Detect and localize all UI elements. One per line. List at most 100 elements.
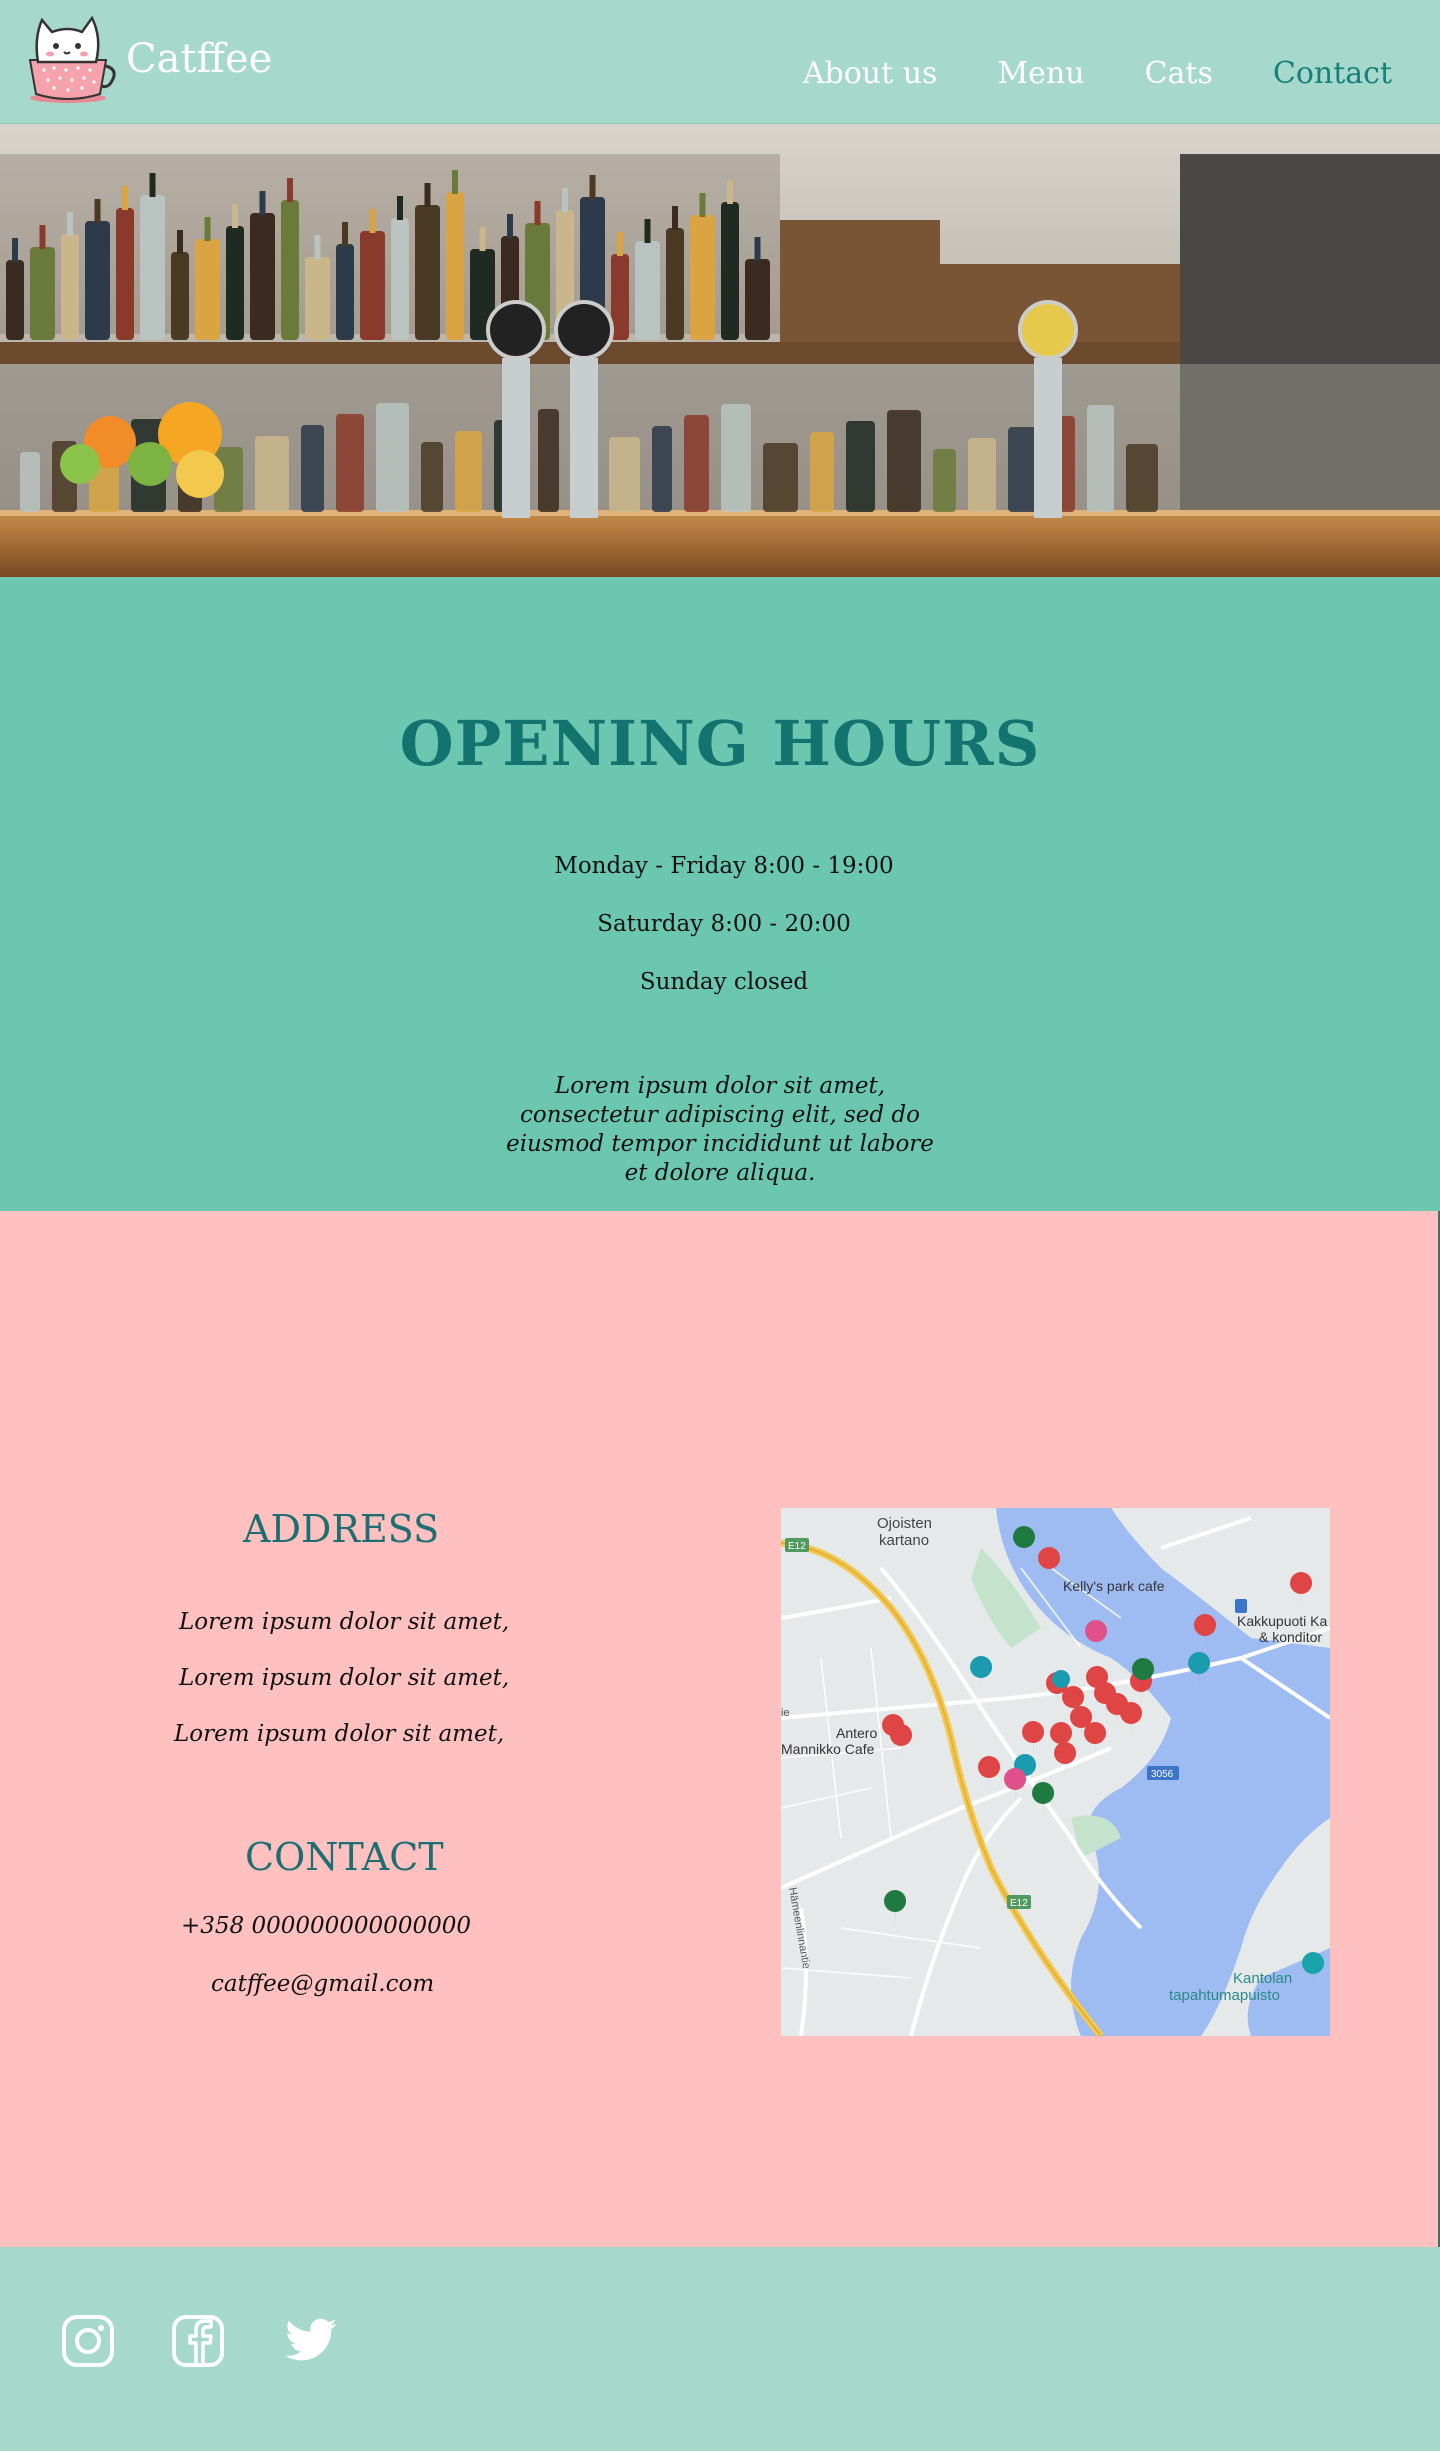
- facebook-icon[interactable]: [170, 2313, 226, 2369]
- map-label-ojoisten: Ojoisten: [877, 1515, 932, 1532]
- map-label-kellys: Kelly's park cafe: [1063, 1578, 1165, 1594]
- bottle-neck-shape: [67, 212, 73, 236]
- cat-cup-logo-icon[interactable]: [24, 8, 116, 104]
- bottle-neck-shape: [259, 191, 266, 215]
- bottle-shape: [690, 215, 715, 340]
- contact-email[interactable]: catffee@gmail.com: [211, 1971, 434, 1997]
- lower-bottle-shape: [301, 425, 324, 512]
- bottle-shape: [666, 228, 684, 340]
- nav-menu[interactable]: Menu: [997, 56, 1084, 91]
- tap-handle-shape: [486, 300, 546, 360]
- lower-bottle-shape: [455, 431, 482, 512]
- lower-bottle-shape: [887, 410, 921, 512]
- bottle-neck-shape: [617, 232, 623, 256]
- bottle-shape: [745, 259, 770, 340]
- bottle-neck-shape: [122, 186, 128, 210]
- bottle-neck-shape: [39, 225, 46, 249]
- bottle-shape: [281, 200, 299, 340]
- fruit-shape: [60, 444, 100, 484]
- bottle-neck-shape: [727, 180, 733, 204]
- tap-handle-shape: [554, 300, 614, 360]
- map-label-kantolan-2: tapahtumapuisto: [1169, 1987, 1280, 2004]
- bottle-neck-shape: [699, 193, 706, 217]
- bottle-neck-shape: [754, 237, 761, 261]
- site-footer: [0, 2247, 1440, 2451]
- map-label-e12-a: E12: [788, 1541, 806, 1552]
- bottle-neck-shape: [149, 173, 156, 197]
- bottle-shape: [30, 247, 55, 340]
- bottle-neck-shape: [177, 230, 183, 254]
- nav-about-us[interactable]: About us: [803, 56, 938, 91]
- nav-cats[interactable]: Cats: [1145, 56, 1213, 91]
- bottle-shape: [116, 208, 134, 340]
- opening-hours-section: OPENING HOURS Monday - Friday 8:00 - 19:…: [0, 577, 1440, 1211]
- bottle-shape: [415, 205, 440, 340]
- bottle-shape: [195, 239, 220, 340]
- bottle-neck-shape: [314, 235, 321, 259]
- address-line-1: Lorem ipsum dolor sit amet,: [179, 1609, 510, 1635]
- lower-bottle-shape: [538, 409, 559, 512]
- bottle-neck-shape: [562, 188, 568, 212]
- bottle-neck-shape: [369, 209, 376, 233]
- contact-phone[interactable]: +358 000000000000000: [181, 1913, 471, 1939]
- bottle-shape: [360, 231, 385, 340]
- twitter-icon[interactable]: [282, 2313, 340, 2369]
- lower-bottle-shape: [933, 449, 956, 512]
- bottle-neck-shape: [287, 178, 293, 202]
- bottle-shape: [6, 260, 24, 340]
- map-label-antero-2: Mannikko Cafe: [781, 1741, 875, 1757]
- bottle-neck-shape: [94, 199, 101, 223]
- bottle-neck-shape: [342, 222, 348, 246]
- hours-sunday: Sunday closed: [639, 969, 809, 995]
- bottle-neck-shape: [204, 217, 211, 241]
- bottle-neck-shape: [397, 196, 403, 220]
- map-label-3056: 3056: [1151, 1769, 1174, 1780]
- lower-bottle-shape: [684, 415, 709, 512]
- lower-bottle-shape: [1126, 444, 1158, 512]
- bottle-neck-shape: [232, 204, 238, 228]
- hours-description: Lorem ipsum dolor sit amet, consectetur …: [506, 1073, 934, 1186]
- bottle-neck-shape: [644, 219, 651, 243]
- lower-bottle-shape: [376, 403, 409, 512]
- bar-hero-image: [0, 124, 1440, 577]
- lower-bottle-shape: [255, 436, 289, 512]
- bottle-neck-shape: [12, 238, 18, 262]
- address-line-3: Lorem ipsum dolor sit amet,: [174, 1721, 505, 1747]
- lower-bottle-shape: [721, 404, 751, 512]
- bottle-shape: [336, 244, 354, 340]
- map-label-e12-b: E12: [1010, 1898, 1028, 1909]
- lower-bottle-shape: [1087, 405, 1114, 512]
- map-label-kantolan-1: Kantolan: [1233, 1970, 1292, 1987]
- map-label-antero-1: Antero: [836, 1725, 877, 1741]
- tap-column-shape: [1034, 358, 1062, 518]
- fruit-shape: [128, 442, 172, 486]
- address-contact-section: ADDRESS Lorem ipsum dolor sit amet, Lore…: [0, 1211, 1440, 2247]
- lower-bottle-shape: [763, 443, 798, 512]
- bottle-neck-shape: [424, 183, 431, 207]
- tap-column-shape: [502, 358, 530, 518]
- tap-column-shape: [570, 358, 598, 518]
- opening-hours-title: OPENING HOURS: [399, 707, 1041, 780]
- address-title: ADDRESS: [243, 1507, 440, 1551]
- bottle-shape: [85, 221, 110, 340]
- map-label-kartano: kartano: [879, 1532, 929, 1549]
- tap-handle-shape: [1018, 300, 1078, 360]
- bottle-neck-shape: [534, 201, 541, 225]
- instagram-icon[interactable]: [60, 2313, 116, 2369]
- lower-bottle-shape: [846, 421, 875, 512]
- location-map[interactable]: Ojoisten kartano Kelly's park cafe Kakku…: [781, 1508, 1330, 2036]
- lower-bottle-shape: [20, 452, 40, 512]
- hours-saturday: Saturday 8:00 - 20:00: [597, 911, 851, 937]
- bottle-shape: [721, 202, 739, 340]
- bottle-shape: [171, 252, 189, 340]
- brand-name[interactable]: Catffee: [126, 36, 272, 82]
- bottle-shape: [305, 257, 330, 340]
- nav-contact[interactable]: Contact: [1273, 56, 1392, 91]
- bottle-neck-shape: [672, 206, 678, 230]
- lower-bottle-shape: [652, 426, 672, 512]
- bottle-shape: [635, 241, 660, 340]
- bottle-neck-shape: [507, 214, 513, 238]
- hours-weekday: Monday - Friday 8:00 - 19:00: [554, 853, 894, 879]
- site-header: Catffee About us Menu Cats Contact: [0, 0, 1440, 124]
- lower-bottle-shape: [421, 442, 443, 512]
